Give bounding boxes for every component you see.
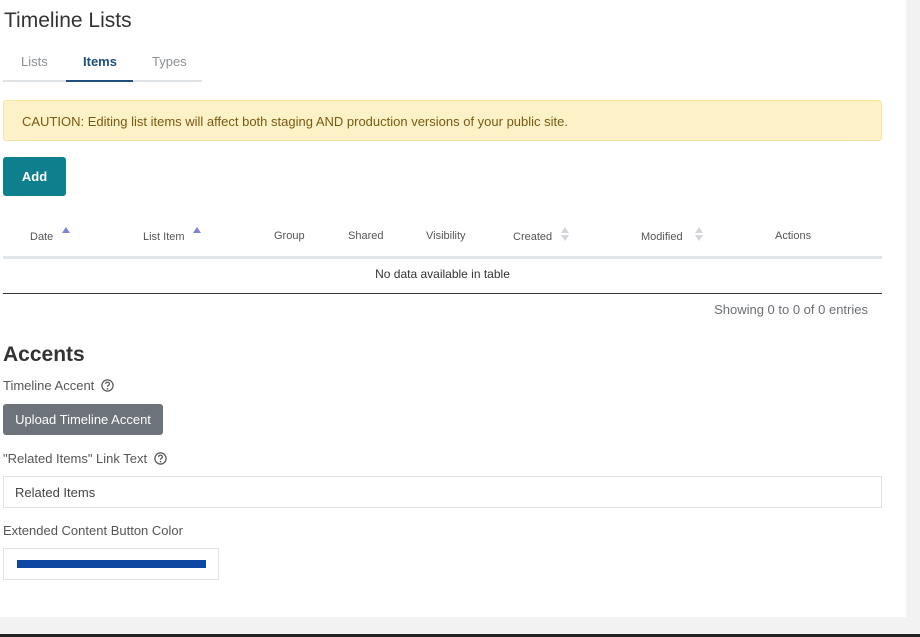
accents-section-title: Accents [3, 343, 85, 366]
table-header: Date List Item Group Shared Visibility C… [3, 218, 882, 259]
help-icon[interactable] [101, 379, 114, 392]
table-empty-row: No data available in table [3, 259, 882, 294]
related-items-link-text-label-text: "Related Items" Link Text [3, 451, 148, 466]
empty-table-message: No data available in table [375, 267, 510, 281]
related-items-link-text-input[interactable] [3, 476, 882, 508]
table-info: Showing 0 to 0 of 0 entries [714, 302, 868, 317]
main-panel: Timeline Lists Lists Items Types CAUTION… [0, 0, 906, 617]
timeline-accent-label-text: Timeline Accent [3, 378, 95, 393]
column-header-actions: Actions [775, 230, 812, 242]
column-header-date[interactable]: Date [30, 231, 53, 243]
column-header-created[interactable]: Created [513, 231, 552, 243]
column-header-visibility[interactable]: Visibility [426, 230, 466, 242]
color-swatch [17, 560, 206, 568]
column-header-group[interactable]: Group [274, 230, 305, 242]
upload-timeline-accent-button[interactable]: Upload Timeline Accent [3, 404, 163, 435]
column-header-modified[interactable]: Modified [641, 231, 683, 243]
add-button[interactable]: Add [3, 157, 66, 196]
tab-items[interactable]: Items [83, 54, 117, 69]
column-header-shared[interactable]: Shared [348, 230, 383, 242]
sort-both-icon[interactable] [561, 227, 569, 241]
sort-asc-icon[interactable] [193, 227, 201, 234]
tab-bar: Lists Items Types [3, 46, 202, 82]
sort-asc-icon[interactable] [62, 227, 70, 234]
help-icon[interactable] [154, 452, 167, 465]
button-color-picker[interactable] [3, 548, 219, 580]
sort-both-icon[interactable] [695, 227, 703, 241]
column-header-list-item[interactable]: List Item [143, 231, 185, 243]
caution-alert-text: CAUTION: Editing list items will affect … [22, 114, 568, 129]
tab-lists[interactable]: Lists [21, 54, 48, 69]
timeline-accent-label: Timeline Accent [3, 378, 114, 393]
active-tab-indicator [66, 80, 133, 82]
caution-alert: CAUTION: Editing list items will affect … [3, 100, 882, 141]
button-color-label: Extended Content Button Color [3, 523, 183, 538]
page-title: Timeline Lists [4, 9, 132, 32]
tab-types[interactable]: Types [152, 54, 187, 69]
related-items-link-text-label: "Related Items" Link Text [3, 451, 167, 466]
